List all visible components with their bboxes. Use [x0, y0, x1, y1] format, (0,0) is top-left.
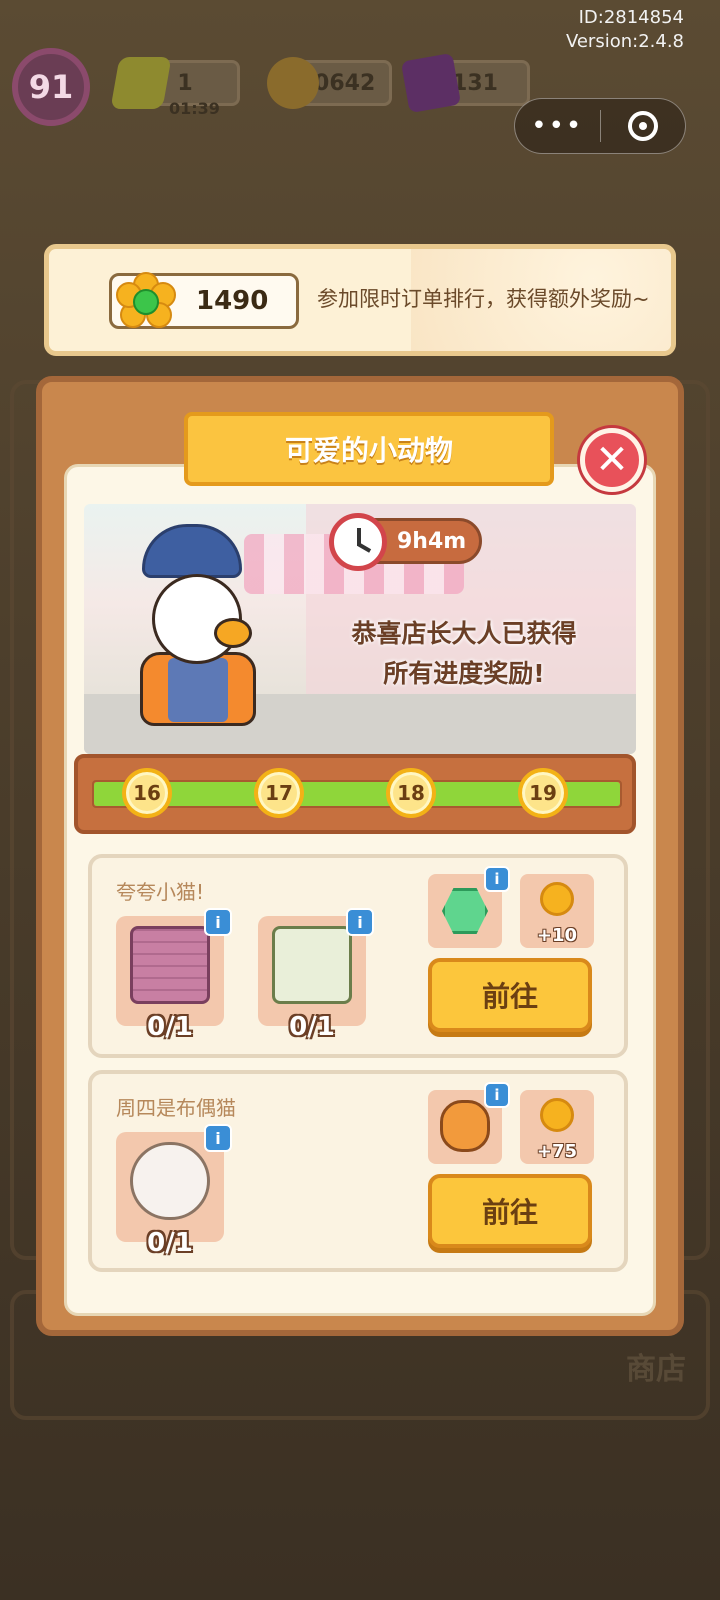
progress-node[interactable]: 19	[518, 768, 568, 818]
congrats-line-2: 所有进度奖励!	[383, 659, 545, 688]
reward-qty: +10	[536, 925, 578, 946]
task-title: 周四是布偶猫	[116, 1096, 236, 1120]
info-icon[interactable]: i	[204, 908, 232, 936]
event-modal: 可爱的小动物 ✕ 9h4m 恭喜店长大人已获得 所有进度奖励! 16 17 18…	[36, 376, 684, 1336]
event-message: 参加限时订单排行，获得额外奖励~	[317, 287, 650, 311]
info-icon[interactable]: i	[484, 866, 510, 892]
reward-slot[interactable]: i	[428, 1082, 510, 1164]
user-id: ID:2814854	[578, 7, 684, 28]
progress-node[interactable]: 17	[254, 768, 304, 818]
lightning-icon	[110, 57, 172, 109]
more-menu-button[interactable]: •••	[515, 111, 600, 141]
go-button[interactable]: 前往	[428, 1174, 592, 1248]
progress-node[interactable]: 16	[122, 768, 172, 818]
info-icon[interactable]: i	[484, 1082, 510, 1108]
progress-node[interactable]: 18	[386, 768, 436, 818]
item-count: 0/1	[147, 1228, 193, 1258]
hexagon-icon	[442, 888, 488, 934]
miniprogram-capsule: •••	[514, 98, 686, 154]
reward-slot[interactable]: +10	[520, 874, 594, 948]
item-count: 0/1	[147, 1012, 193, 1042]
gem-icon	[400, 52, 462, 114]
task-item-slot[interactable]: i 0/1	[116, 908, 232, 1042]
task-title: 夸夸小猫!	[116, 880, 205, 904]
coin-icon	[267, 57, 319, 109]
energy-timer: 01:39	[169, 99, 220, 118]
congrats-text: 恭喜店长大人已获得 所有进度奖励!	[314, 614, 614, 694]
flower-count: 1490	[196, 286, 269, 316]
flower-icon	[116, 272, 176, 332]
target-icon	[627, 111, 658, 141]
flower-counter: 1490	[109, 272, 299, 332]
task-item-slot[interactable]: i 0/1	[116, 1124, 232, 1258]
item-count: 0/1	[289, 1012, 335, 1042]
build-info: ID:2814854 Version:2.4.8	[566, 6, 684, 54]
level-badge[interactable]: 91	[12, 48, 90, 126]
info-icon[interactable]: i	[346, 908, 374, 936]
flower-icon	[540, 1098, 574, 1132]
clock-icon	[329, 513, 387, 571]
version-label: Version:2.4.8	[565, 31, 684, 52]
reward-qty: +75	[536, 1141, 578, 1162]
task-card: 周四是布偶猫 i 0/1 i +75 前往	[88, 1070, 628, 1272]
energy-counter[interactable]: 1 01:39	[110, 57, 240, 118]
gem-counter[interactable]: 131	[400, 52, 530, 114]
task-card: 夸夸小猫! i 0/1 i 0/1 i +10 前往	[88, 854, 628, 1058]
event-banner[interactable]: 1490 参加限时订单排行，获得额外奖励~	[44, 244, 676, 356]
reward-slot[interactable]: i	[428, 866, 510, 948]
modal-title: 可爱的小动物	[152, 412, 586, 494]
close-button[interactable]: ✕	[580, 428, 644, 492]
congrats-line-1: 恭喜店长大人已获得	[351, 619, 577, 648]
flower-icon	[540, 882, 574, 916]
reward-slot[interactable]: +75	[520, 1090, 594, 1164]
event-timer-text: 9h4m	[397, 528, 467, 554]
shiba-dog-icon	[440, 1100, 490, 1152]
bricks-icon	[130, 926, 210, 1004]
coin-counter[interactable]: 60642	[267, 57, 392, 109]
book-icon	[272, 926, 352, 1004]
ragdoll-cat-icon	[130, 1142, 210, 1220]
info-icon[interactable]: i	[204, 1124, 232, 1152]
event-timer: 9h4m	[329, 513, 482, 571]
duck-mascot	[124, 524, 264, 734]
progress-bar: 16 17 18 19	[74, 754, 636, 834]
event-hero-illustration: 9h4m 恭喜店长大人已获得 所有进度奖励!	[84, 504, 636, 754]
shop-label: 商店	[626, 1352, 686, 1387]
energy-value: 1	[177, 70, 193, 96]
exit-miniprogram-button[interactable]	[601, 111, 686, 141]
task-item-slot[interactable]: i 0/1	[258, 908, 374, 1042]
go-button[interactable]: 前往	[428, 958, 592, 1032]
